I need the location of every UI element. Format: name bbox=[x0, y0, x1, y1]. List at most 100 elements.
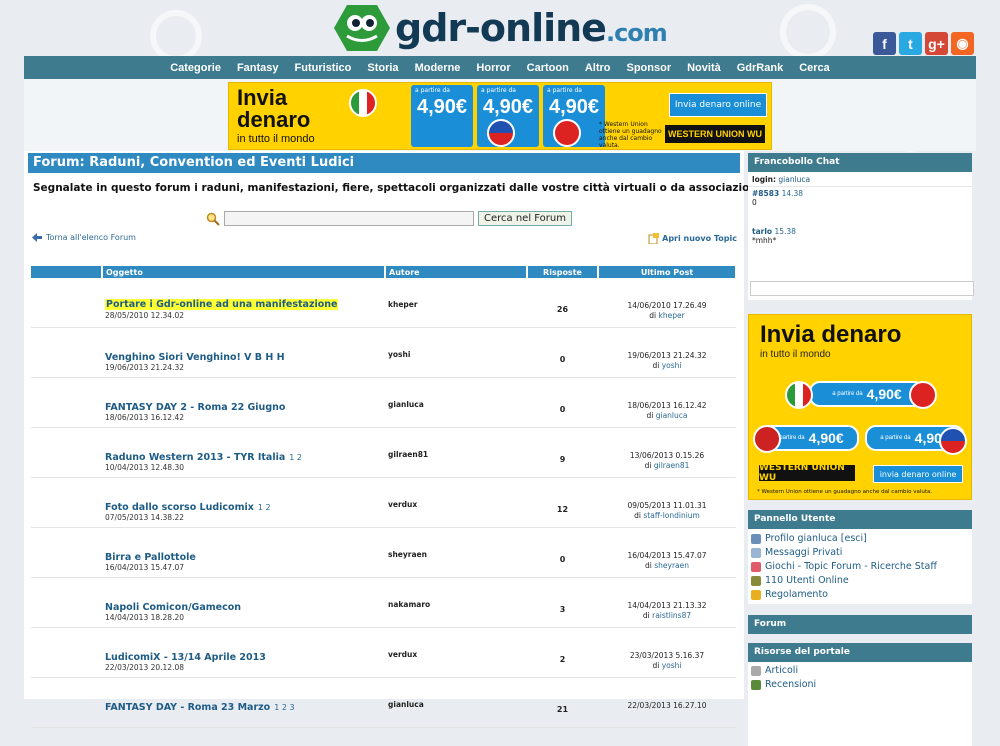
topic-title: FANTASY DAY - Roma 23 Marzo bbox=[105, 702, 271, 713]
topic-author[interactable]: sheyraen bbox=[388, 550, 524, 559]
last-post-date: 22/03/2013 16.27.10 bbox=[627, 701, 707, 710]
nav-item-gdrrank[interactable]: GdrRank bbox=[729, 62, 791, 74]
table-row[interactable]: Portare i Gdr-online ad una manifestazio… bbox=[31, 278, 736, 328]
chat-message-author[interactable]: tarlo bbox=[752, 227, 772, 236]
topic-status-cell bbox=[31, 377, 102, 428]
table-row[interactable]: FANTASY DAY - Roma 23 Marzo 1 2 3 gianluca… bbox=[31, 677, 736, 728]
topic-title-link[interactable]: Napoli Comicon/Gamecon bbox=[105, 602, 382, 613]
topic-subject-cell: Portare i Gdr-online ad una manifestazio… bbox=[102, 278, 385, 328]
table-row[interactable]: FANTASY DAY 2 - Roma 22 Giugno 18/06/2013… bbox=[31, 377, 736, 428]
topic-author[interactable]: gianluca bbox=[388, 400, 524, 409]
table-row[interactable]: Venghino Siori Venghino! V B H H 19/06/20… bbox=[31, 327, 736, 378]
nav-item-cartoon[interactable]: Cartoon bbox=[519, 62, 577, 74]
last-post-user[interactable]: gianluca bbox=[656, 411, 688, 420]
topic-title-link[interactable]: Birra e Pallottole bbox=[105, 552, 382, 563]
facebook-icon[interactable]: f bbox=[873, 32, 896, 55]
topic-title: LudicomiX - 13/14 Aprile 2013 bbox=[105, 652, 266, 663]
chat-message-author[interactable]: #8583 bbox=[752, 189, 779, 198]
topic-title-link[interactable]: Venghino Siori Venghino! V B H H bbox=[105, 352, 382, 363]
last-post-user[interactable]: staff-londinium bbox=[643, 511, 699, 520]
topic-pages[interactable]: 1 2 bbox=[258, 503, 271, 512]
nav-item-cerca[interactable]: Cerca bbox=[791, 62, 838, 74]
nav-item-sponsor[interactable]: Sponsor bbox=[618, 62, 679, 74]
topic-replies: 0 bbox=[559, 355, 566, 364]
topic-last-post: 14/04/2013 21.13.32 di raistlins87 bbox=[601, 601, 733, 621]
topic-author[interactable]: verdux bbox=[388, 500, 524, 509]
table-row[interactable]: Napoli Comicon/Gamecon 14/04/2013 18.28.2… bbox=[31, 577, 736, 628]
back-to-forums-link[interactable]: Torna all'elenco Forum bbox=[32, 233, 136, 242]
nav-item-horror[interactable]: Horror bbox=[468, 62, 518, 74]
logo-text: gdr-online.com bbox=[395, 6, 668, 50]
top-ad-cta-button[interactable]: Invia denaro online bbox=[669, 93, 767, 117]
topic-replies-cell: 3 bbox=[527, 577, 598, 628]
chat-input[interactable] bbox=[750, 281, 974, 296]
googleplus-icon[interactable]: g+ bbox=[925, 32, 948, 55]
topic-title-link[interactable]: Portare i Gdr-online ad una manifestazio… bbox=[105, 299, 339, 310]
sidebar-link-label: 110 Utenti Online bbox=[765, 575, 849, 586]
sidebar-link-item[interactable]: Profilo gianluca [esci] bbox=[751, 532, 969, 546]
sidebar-link-item[interactable]: Regolamento bbox=[751, 588, 969, 602]
header-subject[interactable]: Oggetto bbox=[102, 266, 386, 278]
sidebar-link-item[interactable]: Recensioni bbox=[751, 678, 969, 692]
topic-title-link[interactable]: Foto dallo scorso Ludicomix 1 2 bbox=[105, 502, 382, 513]
topic-title-link[interactable]: FANTASY DAY 2 - Roma 22 Giugno bbox=[105, 402, 382, 413]
header-replies[interactable]: Risposte bbox=[527, 266, 599, 278]
topic-author[interactable]: gilraen81 bbox=[388, 450, 524, 459]
chat-body: login: gianluca #8583 14.38 0 tarlo 15.38 *… bbox=[748, 172, 974, 300]
last-post-user[interactable]: gilraen81 bbox=[654, 461, 690, 470]
topic-title-link[interactable]: LudicomiX - 13/14 Aprile 2013 bbox=[105, 652, 382, 663]
topic-author[interactable]: gianluca bbox=[388, 700, 524, 709]
topic-status-cell bbox=[31, 278, 102, 328]
sidebar-link-item[interactable]: Articoli bbox=[751, 664, 969, 678]
top-ad-banner[interactable]: Invia denaro in tutto il mondo a partire … bbox=[228, 82, 772, 150]
header-author[interactable]: Autore bbox=[385, 266, 528, 278]
topic-pages[interactable]: 1 2 bbox=[289, 453, 302, 462]
new-topic-link[interactable]: Apri nuovo Topic bbox=[648, 233, 737, 244]
topic-author[interactable]: nakamaro bbox=[388, 600, 524, 609]
table-row[interactable]: Birra e Pallottole 16/04/2013 15.47.07 she… bbox=[31, 527, 736, 578]
nav-item-altro[interactable]: Altro bbox=[577, 62, 619, 74]
last-post-by: di gianluca bbox=[601, 411, 733, 421]
table-row[interactable]: LudicomiX - 13/14 Aprile 2013 22/03/2013 … bbox=[31, 627, 736, 678]
last-post-date: 14/04/2013 21.13.32 bbox=[627, 601, 707, 610]
rss-icon[interactable]: ◉ bbox=[951, 32, 974, 55]
site-logo[interactable]: gdr-online.com bbox=[333, 2, 668, 54]
table-row[interactable]: Raduno Western 2013 - TYR Italia 1 2 10/04… bbox=[31, 427, 736, 478]
last-post-user[interactable]: yoshi bbox=[662, 661, 682, 670]
topic-pages[interactable]: 1 2 3 bbox=[274, 703, 294, 712]
last-post-user[interactable]: sheyraen bbox=[654, 561, 689, 570]
nav-item-fantasy[interactable]: Fantasy bbox=[229, 62, 287, 74]
topic-author[interactable]: verdux bbox=[388, 650, 524, 659]
nav-item-categorie[interactable]: Categorie bbox=[162, 62, 229, 74]
topic-title-link[interactable]: Raduno Western 2013 - TYR Italia 1 2 bbox=[105, 452, 382, 463]
twitter-icon[interactable]: t bbox=[899, 32, 922, 55]
chat-login-user[interactable]: gianluca bbox=[778, 175, 810, 184]
table-row[interactable]: Foto dallo scorso Ludicomix 1 2 07/05/2013… bbox=[31, 477, 736, 528]
topic-title-link[interactable]: FANTASY DAY - Roma 23 Marzo 1 2 3 bbox=[105, 702, 382, 713]
user-icon bbox=[751, 534, 761, 544]
philippines-flag-icon bbox=[487, 119, 515, 147]
nav-item-novit-[interactable]: Novità bbox=[679, 62, 729, 74]
nav-item-futuristico[interactable]: Futuristico bbox=[287, 62, 360, 74]
topic-author[interactable]: kheper bbox=[388, 300, 524, 309]
side-ad-cta-button[interactable]: invia denaro online bbox=[873, 465, 963, 483]
forum-description: Segnalate in questo forum i raduni, mani… bbox=[33, 182, 817, 194]
china-flag-icon bbox=[553, 119, 581, 147]
search-button[interactable]: Cerca nel Forum bbox=[478, 211, 572, 226]
last-post-user[interactable]: kheper bbox=[659, 311, 685, 320]
sidebar-link-item[interactable]: 110 Utenti Online bbox=[751, 574, 969, 588]
chat-title: Francobollo Chat bbox=[748, 153, 972, 172]
topic-author[interactable]: yoshi bbox=[388, 350, 524, 359]
forum-box-title[interactable]: Forum bbox=[748, 615, 972, 634]
last-post-user[interactable]: raistlins87 bbox=[652, 611, 691, 620]
header-last-post[interactable]: Ultimo Post bbox=[598, 266, 737, 278]
sidebar-link-item[interactable]: Messaggi Privati bbox=[751, 546, 969, 560]
search-input[interactable] bbox=[224, 211, 474, 226]
nav-item-storia[interactable]: Storia bbox=[359, 62, 406, 74]
heart-icon bbox=[751, 562, 761, 572]
sidebar-link-item[interactable]: Giochi - Topic Forum - Ricerche Staff bbox=[751, 560, 969, 574]
nav-item-moderne[interactable]: Moderne bbox=[407, 62, 469, 74]
top-ad-area: Invia denaro in tutto il mondo a partire … bbox=[24, 79, 976, 151]
side-ad-banner[interactable]: Invia denaro in tutto il mondo a partire… bbox=[748, 314, 972, 500]
last-post-user[interactable]: yoshi bbox=[662, 361, 682, 370]
